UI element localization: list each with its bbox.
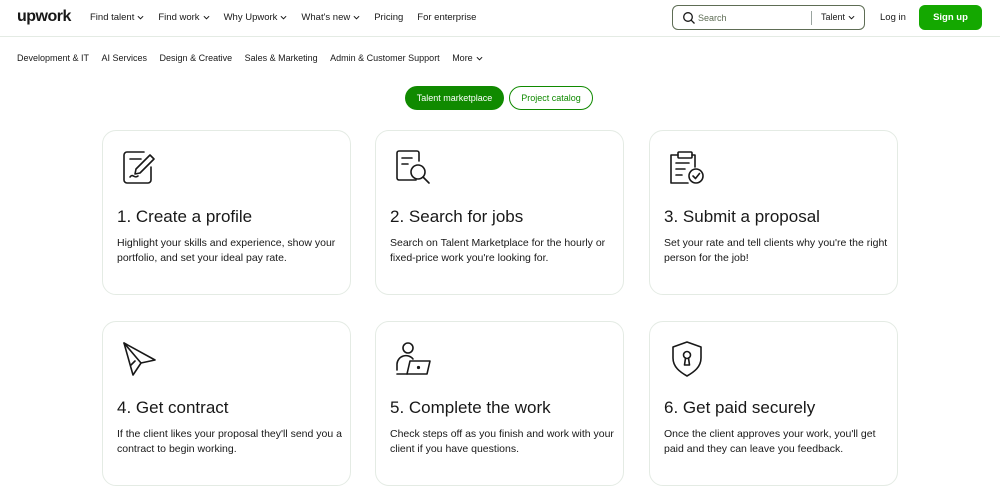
main-nav: Find talent Find work Why Upwork What's … bbox=[90, 12, 490, 23]
nav-label: Why Upwork bbox=[223, 12, 278, 23]
edit-profile-icon bbox=[123, 151, 155, 184]
login-link[interactable]: Log in bbox=[880, 12, 906, 23]
step-card-get-paid: 6. Get paid securely Once the client app… bbox=[649, 321, 898, 486]
step-description: Highlight your skills and experience, sh… bbox=[117, 237, 336, 264]
step-title: 5. Complete the work bbox=[390, 398, 551, 417]
step-card-get-contract: 4. Get contract If the client likes your… bbox=[102, 321, 351, 486]
category-bar: Development & IT AI Services Design & Cr… bbox=[17, 53, 495, 63]
category-development-it[interactable]: Development & IT bbox=[17, 53, 89, 63]
chevron-down-icon bbox=[137, 15, 144, 20]
nav-find-talent[interactable]: Find talent bbox=[90, 12, 144, 23]
project-catalog-tab[interactable]: Project catalog bbox=[509, 86, 593, 110]
upwork-logo[interactable]: upwork bbox=[17, 8, 71, 26]
category-label: Development & IT bbox=[17, 53, 90, 63]
signup-button[interactable]: Sign up bbox=[919, 5, 982, 30]
step-title: 2. Search for jobs bbox=[390, 207, 524, 226]
category-more[interactable]: More bbox=[452, 53, 483, 63]
category-admin-support[interactable]: Admin & Customer Support bbox=[330, 53, 440, 63]
chevron-down-icon bbox=[280, 15, 287, 20]
search-scope-select[interactable]: Talent bbox=[821, 12, 855, 22]
search-input[interactable] bbox=[698, 10, 808, 26]
step-description: Set your rate and tell clients why you'r… bbox=[664, 237, 888, 264]
category-label: Design & Creative bbox=[159, 53, 233, 63]
search-divider bbox=[811, 11, 812, 25]
talent-marketplace-tab[interactable]: Talent marketplace bbox=[405, 86, 504, 110]
chevron-down-icon bbox=[476, 56, 483, 61]
nav-label: Find talent bbox=[90, 12, 135, 23]
person-laptop-icon bbox=[396, 342, 431, 375]
step-title: 6. Get paid securely bbox=[664, 398, 816, 417]
nav-why-upwork[interactable]: Why Upwork bbox=[224, 12, 288, 23]
search-box: Talent bbox=[672, 5, 865, 30]
chevron-down-icon bbox=[353, 15, 360, 20]
step-card-complete-work: 5. Complete the work Check steps off as … bbox=[375, 321, 624, 486]
category-design-creative[interactable]: Design & Creative bbox=[160, 53, 233, 63]
nav-whats-new[interactable]: What's new bbox=[301, 12, 360, 23]
category-label: Sales & Marketing bbox=[244, 53, 318, 63]
step-card-create-profile: 1. Create a profile Highlight your skill… bbox=[102, 130, 351, 295]
step-card-submit-proposal: 3. Submit a proposal Set your rate and t… bbox=[649, 130, 898, 295]
nav-find-work[interactable]: Find work bbox=[158, 12, 210, 23]
search-scope-label: Talent bbox=[821, 12, 846, 22]
step-description: Search on Talent Marketplace for the hou… bbox=[390, 237, 606, 264]
chevron-down-icon bbox=[848, 15, 855, 20]
nav-pricing[interactable]: Pricing bbox=[374, 12, 403, 23]
category-sales-marketing[interactable]: Sales & Marketing bbox=[245, 53, 318, 63]
nav-for-enterprise[interactable]: For enterprise bbox=[417, 12, 476, 23]
step-title: 4. Get contract bbox=[117, 398, 229, 417]
step-card-search-jobs: 2. Search for jobs Search on Talent Mark… bbox=[375, 130, 624, 295]
category-label: Admin & Customer Support bbox=[330, 53, 440, 63]
search-icon bbox=[683, 12, 695, 24]
step-description: Once the client approves your work, you'… bbox=[664, 428, 876, 455]
category-label: AI Services bbox=[101, 53, 148, 63]
chevron-down-icon bbox=[203, 15, 210, 20]
category-ai-services[interactable]: AI Services bbox=[102, 53, 148, 63]
clipboard-check-icon bbox=[670, 151, 704, 184]
top-navigation-bar: upwork Find talent Find work Why Upwork … bbox=[0, 0, 1000, 37]
nav-label: What's new bbox=[301, 12, 351, 23]
step-description: Check steps off as you finish and work w… bbox=[390, 428, 614, 455]
step-title: 1. Create a profile bbox=[117, 207, 253, 226]
category-label: More bbox=[452, 53, 473, 63]
shield-lock-icon bbox=[672, 341, 702, 377]
nav-label: Find work bbox=[158, 12, 200, 23]
paper-plane-icon bbox=[123, 342, 156, 376]
nav-label: Pricing bbox=[374, 12, 404, 23]
step-title: 3. Submit a proposal bbox=[664, 207, 820, 226]
nav-label: For enterprise bbox=[417, 12, 477, 23]
step-description: If the client likes your proposal they'l… bbox=[117, 428, 342, 455]
search-jobs-icon bbox=[396, 150, 430, 184]
